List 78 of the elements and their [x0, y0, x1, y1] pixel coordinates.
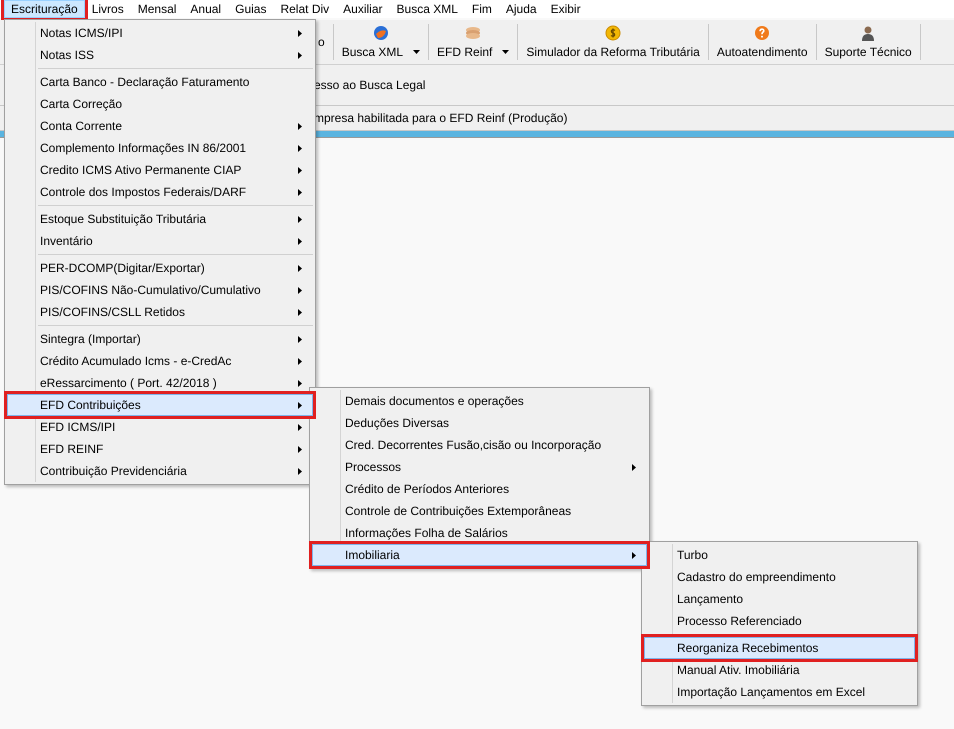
menu-item[interactable]: Reorganiza Recebimentos — [644, 637, 915, 659]
submenu-arrow-icon — [298, 336, 302, 342]
toolbar-button[interactable]: EFD Reinf — [429, 24, 518, 60]
menu-item[interactable]: Complemento Informações IN 86/2001 — [7, 137, 313, 159]
submenu-arrow-icon — [298, 264, 302, 272]
submenu-arrow-icon — [298, 216, 302, 222]
menu-item[interactable]: Notas ISS — [7, 44, 313, 66]
submenu-arrow-icon — [298, 424, 302, 430]
menu-item[interactable]: EFD Contribuições — [7, 394, 313, 416]
submenu-arrow-icon — [298, 380, 302, 386]
menu-item[interactable]: Crédito Acumulado Icms - e-CredAc — [7, 350, 313, 372]
menu-item[interactable]: Cadastro do empreendimento — [644, 566, 915, 588]
menu-item[interactable]: Deduções Diversas — [312, 412, 647, 434]
menu-item[interactable]: Manual Ativ. Imobiliária — [644, 659, 915, 681]
submenu-arrow-icon — [632, 464, 636, 470]
menu-item[interactable]: Notas ICMS/IPI — [7, 22, 313, 44]
menu-item[interactable]: Demais documentos e operações — [312, 390, 647, 412]
submenu-arrow-icon — [298, 52, 302, 58]
caret-icon — [413, 50, 420, 54]
menu-item[interactable]: Informações Folha de Salários — [312, 522, 647, 544]
menu-item[interactable]: PIS/COFINS/CSLL Retidos — [7, 301, 313, 323]
submenu-arrow-icon — [298, 308, 302, 316]
menu-item[interactable]: Sintegra (Importar) — [7, 328, 313, 350]
menu-item[interactable]: Imobiliaria — [312, 544, 647, 566]
menu-item[interactable]: PER-DCOMP(Digitar/Exportar) — [7, 257, 313, 279]
menu-item[interactable]: Importação Lançamentos em Excel — [644, 681, 915, 703]
menu-item[interactable]: EFD ICMS/IPI — [7, 416, 313, 438]
submenu-arrow-icon — [298, 468, 302, 474]
submenu-arrow-icon — [632, 552, 636, 558]
menu-bar-item[interactable]: Exibir — [544, 0, 588, 18]
menu-item[interactable]: EFD REINF — [7, 438, 313, 460]
menu-bar-item[interactable]: Ajuda — [498, 0, 544, 18]
toolbar-button[interactable]: Autoatendimento — [708, 24, 817, 60]
submenu-arrow-icon — [298, 446, 302, 452]
menu-bar-item[interactable]: Anual — [183, 0, 228, 18]
toolbar-button[interactable]: Suporte Técnico — [816, 24, 921, 60]
toolbar-button[interactable]: Simulador da Reforma Tributária — [518, 24, 709, 60]
menu-bar-item[interactable]: Livros — [84, 0, 131, 18]
menu-item[interactable]: Lançamento — [644, 588, 915, 610]
submenu-arrow-icon — [298, 30, 302, 36]
menu-item[interactable]: Conta Corrente — [7, 115, 313, 137]
globe-icon — [372, 25, 389, 41]
menu-bar-item[interactable]: Fim — [464, 0, 499, 18]
menu-item[interactable]: Processo Referenciado — [644, 610, 915, 632]
submenu-arrow-icon — [298, 144, 302, 152]
help-icon — [754, 25, 770, 41]
caret-icon — [502, 50, 510, 54]
menu-item[interactable]: eRessarcimento ( Port. 42/2018 ) — [7, 372, 313, 394]
menu-item[interactable]: Turbo — [644, 544, 915, 566]
submenu-arrow-icon — [298, 238, 302, 244]
menu-item[interactable]: Crédito de Períodos Anteriores — [312, 478, 647, 500]
submenu-arrow-icon — [298, 358, 302, 364]
menu-item[interactable]: Cred. Decorrentes Fusão,cisão ou Incorporação — [312, 434, 647, 456]
submenu-arrow-icon — [298, 122, 302, 130]
submenu-arrow-icon — [298, 286, 302, 294]
menu-item[interactable]: Inventário — [7, 230, 313, 252]
menu-item[interactable]: Processos — [312, 456, 647, 478]
submenu-arrow-icon — [298, 166, 302, 174]
toolbar-button[interactable]: Busca XML — [334, 24, 430, 60]
menu-bar-item[interactable]: Guias — [228, 0, 274, 18]
person-icon — [860, 25, 876, 41]
menu-item[interactable]: PIS/COFINS Não-Cumulativo/Cumulativo — [7, 279, 313, 301]
submenu-arrow-icon — [298, 188, 302, 196]
menu-bar-item[interactable]: Mensal — [130, 0, 184, 18]
menu-item[interactable]: Contribuição Previdenciária — [7, 460, 313, 482]
coin-icon — [605, 25, 622, 41]
submenu-arrow-icon — [298, 402, 302, 408]
menu-bar-item[interactable]: Escrituração — [4, 0, 85, 18]
menu-bar-item[interactable]: Relat Div — [273, 0, 336, 18]
menu-item[interactable]: Carta Correção — [7, 93, 313, 115]
menu-item[interactable]: Credito ICMS Ativo Permanente CIAP — [7, 159, 313, 181]
menu-bar-item[interactable]: Busca XML — [390, 0, 465, 18]
menu-item[interactable]: Estoque Substituição Tributária — [7, 208, 313, 230]
menu-item[interactable]: Carta Banco - Declaração Faturamento — [7, 71, 313, 93]
menu-item[interactable]: Controle dos Impostos Federais/DARF — [7, 181, 313, 203]
coins-icon — [465, 25, 482, 41]
menu-bar-item[interactable]: Auxiliar — [336, 0, 390, 18]
menu-item[interactable]: Controle de Contribuições Extemporâneas — [312, 500, 647, 522]
